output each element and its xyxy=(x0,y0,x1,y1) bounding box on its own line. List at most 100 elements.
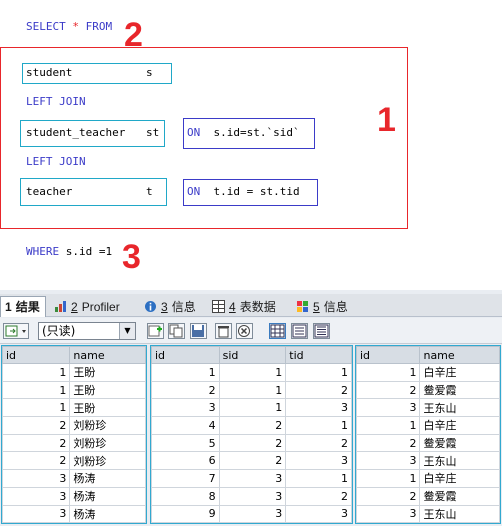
column-header-name[interactable]: name xyxy=(69,346,146,364)
cell[interactable]: 6 xyxy=(151,451,220,471)
column-header-sid[interactable]: sid xyxy=(218,346,287,364)
cell[interactable]: 刘粉珍 xyxy=(69,451,146,471)
cell[interactable]: 鲞爱霞 xyxy=(419,486,500,506)
table-row[interactable]: 623 xyxy=(151,451,352,471)
cell[interactable]: 2 xyxy=(355,380,421,400)
cell[interactable]: 杨涛 xyxy=(69,504,146,524)
table-row[interactable]: 212 xyxy=(151,380,352,400)
tab-results[interactable]: 1 结果 xyxy=(0,296,46,317)
cell[interactable]: 2 xyxy=(285,433,352,453)
cell[interactable]: 1 xyxy=(1,363,71,382)
cell[interactable]: 刘粉珍 xyxy=(69,416,146,435)
cell[interactable]: 3 xyxy=(1,469,71,488)
table-row[interactable]: 2 刘粉珍 xyxy=(1,451,146,471)
cell[interactable]: 1 xyxy=(355,363,421,382)
cell[interactable]: 3 xyxy=(355,504,421,524)
save-button[interactable] xyxy=(190,323,207,339)
cell[interactable]: 3 xyxy=(218,469,287,488)
cell[interactable]: 杨涛 xyxy=(69,469,146,488)
cell[interactable]: 2 xyxy=(218,451,287,471)
text-view-button[interactable] xyxy=(313,323,330,339)
cell[interactable]: 刘粉珍 xyxy=(69,433,146,453)
cell[interactable]: 2 xyxy=(1,451,71,471)
cell[interactable]: 王盼 xyxy=(69,380,146,400)
cell[interactable]: 王东山 xyxy=(419,504,500,524)
copy-row-button[interactable] xyxy=(168,323,185,339)
cell[interactable]: 王东山 xyxy=(419,451,500,471)
cancel-button[interactable] xyxy=(236,323,253,339)
table-row[interactable]: 3 王东山 xyxy=(355,504,500,524)
table-row[interactable]: 933 xyxy=(151,504,352,524)
cell[interactable]: 1 xyxy=(285,469,352,488)
cell[interactable]: 王盼 xyxy=(69,398,146,418)
table-row[interactable]: 1 王盼 xyxy=(1,363,146,382)
column-header-tid[interactable]: tid xyxy=(285,346,352,364)
cell[interactable]: 9 xyxy=(151,504,220,524)
cell[interactable]: 1 xyxy=(285,416,352,435)
cell[interactable]: 3 xyxy=(355,398,421,418)
cell[interactable]: 3 xyxy=(1,504,71,524)
table-row[interactable]: 313 xyxy=(151,398,352,418)
table-row[interactable]: 3 王东山 xyxy=(355,398,500,418)
cell[interactable]: 白辛庄 xyxy=(419,416,500,435)
cell[interactable]: 3 xyxy=(355,451,421,471)
readonly-select[interactable]: (只读) ▼ xyxy=(38,322,136,340)
cell[interactable]: 鲞爱霞 xyxy=(419,433,500,453)
cell[interactable]: 2 xyxy=(218,416,287,435)
cell[interactable]: 3 xyxy=(1,486,71,506)
cell[interactable]: 2 xyxy=(218,433,287,453)
delete-button[interactable] xyxy=(215,323,232,339)
table-row[interactable]: 111 xyxy=(151,363,352,382)
table-row[interactable]: 832 xyxy=(151,486,352,506)
cell[interactable]: 1 xyxy=(1,398,71,418)
cell[interactable]: 2 xyxy=(355,433,421,453)
cell[interactable]: 2 xyxy=(285,380,352,400)
table-row[interactable]: 1 王盼 xyxy=(1,398,146,418)
cell[interactable]: 2 xyxy=(151,380,220,400)
tab-info-3[interactable]: 3 信息 xyxy=(140,296,204,317)
cell[interactable]: 1 xyxy=(285,363,352,382)
column-header-id[interactable]: id xyxy=(1,346,71,364)
cell[interactable]: 白辛庄 xyxy=(419,469,500,488)
table-row[interactable]: 1 王盼 xyxy=(1,380,146,400)
cell[interactable]: 3 xyxy=(151,398,220,418)
cell[interactable]: 杨涛 xyxy=(69,486,146,506)
table-row[interactable]: 2 鲞爱霞 xyxy=(355,380,500,400)
column-header-id[interactable]: id xyxy=(355,346,421,364)
table-row[interactable]: 731 xyxy=(151,469,352,488)
cell[interactable]: 4 xyxy=(151,416,220,435)
cell[interactable]: 3 xyxy=(218,486,287,506)
column-header-id[interactable]: id xyxy=(151,346,220,364)
cell[interactable]: 鲞爱霞 xyxy=(419,380,500,400)
cell[interactable]: 3 xyxy=(285,451,352,471)
column-header-name[interactable]: name xyxy=(419,346,500,364)
cell[interactable]: 王东山 xyxy=(419,398,500,418)
table-row[interactable]: 522 xyxy=(151,433,352,453)
tab-profiler[interactable]: 2 Profiler xyxy=(50,296,134,317)
cell[interactable]: 白辛庄 xyxy=(419,363,500,382)
table-row[interactable]: 2 刘粉珍 xyxy=(1,433,146,453)
cell[interactable]: 8 xyxy=(151,486,220,506)
table-row[interactable]: 421 xyxy=(151,416,352,435)
table-row[interactable]: 3 杨涛 xyxy=(1,504,146,524)
export-dropdown-button[interactable] xyxy=(3,323,29,339)
cell[interactable]: 7 xyxy=(151,469,220,488)
cell[interactable]: 1 xyxy=(1,380,71,400)
table-row[interactable]: 3 杨涛 xyxy=(1,486,146,506)
grid-view-button[interactable] xyxy=(269,323,286,339)
table-row[interactable]: 3 杨涛 xyxy=(1,469,146,488)
cell[interactable]: 5 xyxy=(151,433,220,453)
cell[interactable]: 1 xyxy=(218,363,287,382)
cell[interactable]: 1 xyxy=(355,469,421,488)
table-row[interactable]: 2 鲞爱霞 xyxy=(355,486,500,506)
tab-info-5[interactable]: 5 信息 xyxy=(292,296,356,317)
cell[interactable]: 1 xyxy=(218,380,287,400)
cell[interactable]: 1 xyxy=(218,398,287,418)
cell[interactable]: 2 xyxy=(1,433,71,453)
cell[interactable]: 王盼 xyxy=(69,363,146,382)
table-row[interactable]: 2 刘粉珍 xyxy=(1,416,146,435)
form-view-button[interactable] xyxy=(291,323,308,339)
cell[interactable]: 3 xyxy=(285,504,352,524)
cell[interactable]: 3 xyxy=(218,504,287,524)
add-row-button[interactable] xyxy=(147,323,164,339)
